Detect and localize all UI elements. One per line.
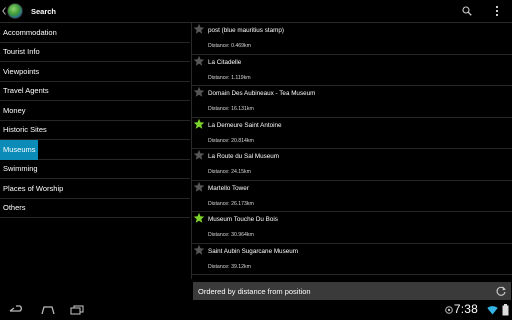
overflow-menu-icon xyxy=(496,6,498,16)
place-row[interactable]: La Demeure Saint Antoine Distance: 20.814… xyxy=(192,118,512,149)
app-globe-icon xyxy=(7,3,23,19)
back-icon xyxy=(9,305,22,312)
category-item-museums[interactable]: Museums xyxy=(0,140,190,160)
place-distance: Distance: 0.469km xyxy=(208,43,251,49)
place-row[interactable]: post (blue mauritius stamp) Distance: 0.4… xyxy=(192,23,512,55)
place-results-list: post (blue mauritius stamp) Distance: 0.4… xyxy=(191,23,512,279)
favorite-star-icon[interactable] xyxy=(193,23,205,35)
favorite-star-icon[interactable] xyxy=(193,149,205,161)
search-icon xyxy=(462,6,472,16)
place-row[interactable]: Saint Aubin Sugarcane Museum Distance: 39… xyxy=(192,244,512,275)
home-icon xyxy=(41,306,55,315)
action-bar: Search xyxy=(0,0,512,22)
category-list: Accommodation Tourist Info Viewpoints Trave… xyxy=(0,23,190,279)
category-item-tourist-info[interactable]: Tourist Info xyxy=(0,43,190,62)
system-navigation-bar: 7:38 xyxy=(0,300,512,320)
battery-icon xyxy=(499,304,511,316)
category-item-travel-agents[interactable]: Travel Agents xyxy=(0,82,190,101)
category-item-historic-sites[interactable]: Historic Sites xyxy=(0,121,190,140)
place-row[interactable]: La Route du Sal Museum Distance: 24.15km xyxy=(192,149,512,181)
place-name: Museum Touche Du Bois xyxy=(208,216,278,223)
favorite-star-icon[interactable] xyxy=(193,181,205,193)
clock: 7:38 xyxy=(453,302,478,316)
place-name: La Route du Sal Museum xyxy=(208,153,280,160)
place-name: Martello Tower xyxy=(208,184,249,192)
place-name: post (blue mauritius stamp) xyxy=(208,27,284,34)
recent-apps-icon xyxy=(70,305,84,315)
overflow-menu-button[interactable] xyxy=(482,0,512,22)
up-navigation[interactable] xyxy=(0,0,23,22)
place-distance: Distance: 1.119km xyxy=(208,74,251,81)
favorite-star-icon[interactable] xyxy=(193,244,205,256)
favorite-star-icon[interactable] xyxy=(193,86,205,98)
favorite-star-icon[interactable] xyxy=(193,55,205,67)
place-name: Saint Aubin Sugarcane Museum xyxy=(208,247,298,255)
category-item-swimming[interactable]: Swimming xyxy=(0,160,190,179)
place-distance: Distance: 16.131km xyxy=(208,106,254,112)
recent-apps-button[interactable] xyxy=(66,302,88,318)
category-item-places-of-worship[interactable]: Places of Worship xyxy=(0,179,190,199)
favorite-star-icon[interactable] xyxy=(193,118,205,130)
place-distance: Distance: 26.173km xyxy=(208,200,254,207)
home-button[interactable] xyxy=(37,302,59,318)
favorite-star-icon[interactable] xyxy=(193,212,205,224)
place-distance: Distance: 39.12km xyxy=(208,263,251,270)
place-name: La Citadelle xyxy=(208,58,242,66)
place-distance: Distance: 20.814km xyxy=(208,137,254,144)
category-item-money[interactable]: Money xyxy=(0,101,190,121)
action-bar-actions xyxy=(452,0,512,22)
place-name: Domain Des Aubineaux - Tea Museum xyxy=(208,90,316,97)
category-item-accommodation[interactable]: Accommodation xyxy=(0,23,190,43)
back-button[interactable] xyxy=(6,302,28,318)
place-name: La Demeure Saint Antoine xyxy=(208,121,282,129)
place-row[interactable]: Museum Touche Du Bois Distance: 30.964km xyxy=(192,212,512,244)
place-distance: Distance: 24.15km xyxy=(208,169,251,175)
sort-order-label: Ordered by distance from position xyxy=(198,286,311,296)
back-caret-icon xyxy=(2,7,6,15)
wifi-icon xyxy=(486,304,498,316)
sort-footer: Ordered by distance from position xyxy=(193,282,511,300)
place-distance: Distance: 30.964km xyxy=(208,232,254,238)
category-item-viewpoints[interactable]: Viewpoints xyxy=(0,62,190,82)
place-row[interactable]: Martello Tower Distance: 26.173km xyxy=(192,181,512,212)
category-item-others[interactable]: Others xyxy=(0,199,190,218)
search-button[interactable] xyxy=(452,0,482,22)
refresh-icon[interactable] xyxy=(495,285,507,297)
place-row[interactable]: La Citadelle Distance: 1.119km xyxy=(192,55,512,86)
page-title: Search xyxy=(31,6,57,16)
place-row[interactable]: Domain Des Aubineaux - Tea Museum Distanc… xyxy=(192,86,512,118)
